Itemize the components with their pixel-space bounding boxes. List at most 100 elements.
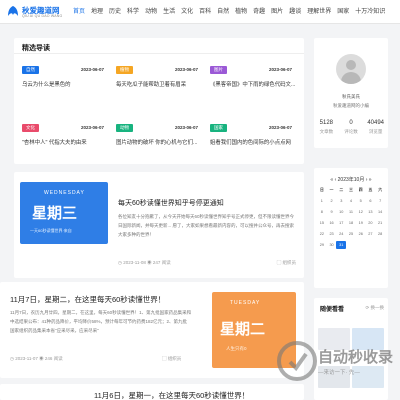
article-author[interactable]: ▢ 组织员 <box>162 356 181 362</box>
panel-title: 随便看看 <box>320 307 345 313</box>
category-tag[interactable]: 自然 <box>22 66 39 74</box>
calendar-day[interactable]: 7 <box>375 197 385 205</box>
post-date: 2023-06-07 <box>268 67 292 72</box>
article-card[interactable]: 11月7日，星期二，在这里每天60秒读懂世界！ 11月7日，农历九月廿四，星期二… <box>0 282 304 378</box>
calendar-day[interactable]: 23 <box>327 230 337 238</box>
view-count: 247 阅读 <box>152 260 171 265</box>
guide-card[interactable]: 动物 2023-06-07 图片动物的破坏 你的心机与它们... <box>116 124 202 154</box>
post-date: 2023-11-08 <box>123 260 146 265</box>
category-tag[interactable]: 植物 <box>116 66 133 74</box>
calendar-day[interactable]: 20 <box>366 219 376 227</box>
nav-item-science[interactable]: 科学 <box>124 0 142 24</box>
calendar-day[interactable]: 8 <box>317 208 327 216</box>
stat-articles: 5128 文章数 <box>314 120 339 135</box>
category-tag[interactable]: 图片 <box>210 66 227 74</box>
guide-title[interactable]: 图片动物的破坏 你的心机与它们... <box>116 138 202 146</box>
calendar-day[interactable]: 12 <box>356 208 366 216</box>
nav-item-trivia[interactable]: 十万冷知识 <box>352 0 388 24</box>
nav-item-life[interactable]: 生活 <box>160 0 178 24</box>
category-tag[interactable]: 国家 <box>210 124 227 132</box>
article-thumbnail[interactable]: WEDNESDAY 星期三 一天60秒读懂世界·来自 <box>20 182 108 244</box>
calendar-day[interactable]: 31 <box>336 241 347 249</box>
guide-title[interactable]: 姐看我们国内的色间际的小点点网 <box>210 138 296 146</box>
nav-item-culture[interactable]: 文化 <box>178 0 196 24</box>
article-author[interactable]: ▢ 组织员 <box>277 260 296 266</box>
calendar-day[interactable]: 28 <box>375 230 385 238</box>
article-excerpt: 11月7日，农历九月廿四，星期二，在这里，每天60秒读懂世界！1、第九批国家药品… <box>10 308 208 335</box>
calendar-day[interactable]: 14 <box>375 208 385 216</box>
nav-item-curious[interactable]: 奇趣 <box>250 0 268 24</box>
category-tag[interactable]: 文化 <box>22 124 39 132</box>
nav-item-countries[interactable]: 国家 <box>334 0 352 24</box>
calendar-day[interactable]: 9 <box>327 208 337 216</box>
calendar-day[interactable]: 2 <box>327 197 337 205</box>
article-card[interactable]: 11月6日，星期一，在这里每天60秒读懂世界！ <box>0 384 304 400</box>
calendar-title: 2023年10月 <box>337 177 365 183</box>
thumbnail-weekday-en: WEDNESDAY <box>44 190 85 196</box>
author-name[interactable]: 秋氏美氏 <box>314 94 388 100</box>
nav-item-geography[interactable]: 地理 <box>88 0 106 24</box>
nav-item-encyclopedia[interactable]: 百科 <box>196 0 214 24</box>
guide-title[interactable]: 每天吃瓜子能帮助卫着有眉呆 <box>116 80 202 88</box>
calendar-day[interactable]: 29 <box>317 241 327 249</box>
calendar-day[interactable]: 16 <box>327 219 337 227</box>
avatar[interactable] <box>336 54 366 84</box>
panel-title: 精选导读 <box>22 45 50 52</box>
calendar-day[interactable]: 26 <box>356 230 366 238</box>
nav-item-home[interactable]: 首页 <box>70 0 88 24</box>
nav-item-history[interactable]: 历史 <box>106 0 124 24</box>
guide-title[interactable]: 乌云为什么是黑色的 <box>22 80 108 88</box>
site-logo[interactable]: 秋爱趣道网 QIU AI QU DAO WANG <box>6 4 66 20</box>
calendar-day[interactable]: 17 <box>336 219 346 227</box>
guide-title[interactable]: 《黑客帝国》中下雨的绿色代码文... <box>210 80 296 88</box>
guide-card[interactable]: 文化 2023-06-07 "杏林中人" 代指大夫的由来 <box>22 124 108 154</box>
article-title[interactable]: 11月6日，星期一，在这里每天60秒读懂世界！ <box>94 390 249 400</box>
calendar-day[interactable]: 22 <box>317 230 327 238</box>
category-tag[interactable]: 动物 <box>116 124 133 132</box>
calendar-weekday: 二 <box>339 188 344 192</box>
article-title[interactable]: 每天60秒读懂世界知乎号停更通知 <box>118 198 224 208</box>
nav-item-nature[interactable]: 自然 <box>214 0 232 24</box>
calendar-day[interactable]: 13 <box>366 208 376 216</box>
calendar-day[interactable]: 10 <box>336 208 346 216</box>
guide-card[interactable]: 自然 2023-06-07 乌云为什么是黑色的 <box>22 66 108 96</box>
featured-guide-panel: 精选导读 自然 2023-06-07 乌云为什么是黑色的 植物 2023-06-… <box>14 38 304 164</box>
next-month-icon[interactable]: › <box>366 177 368 183</box>
calendar-weekday: 日 <box>319 188 324 192</box>
calendar-grid: 日一二三四五六 1 2 3 4 5 6 7 8 9 10 11 12 13 14 15 16 17 18 19 20 21… <box>317 186 385 249</box>
nav-item-plants[interactable]: 植物 <box>232 0 250 24</box>
guide-card[interactable]: 国家 2023-06-07 姐看我们国内的色间际的小点点网 <box>210 124 296 154</box>
calendar-day[interactable]: 27 <box>366 230 376 238</box>
nav-item-pictures[interactable]: 图片 <box>268 0 286 24</box>
article-card[interactable]: WEDNESDAY 星期三 一天60秒读懂世界·来自 每天60秒读懂世界知乎号停… <box>14 172 304 278</box>
thumbnail-weekday-en: TUESDAY <box>230 300 261 306</box>
calendar-day[interactable]: 24 <box>336 230 346 238</box>
calendar-day[interactable]: 3 <box>336 197 346 205</box>
calendar-day[interactable]: 21 <box>375 219 385 227</box>
calendar-day[interactable]: 1 <box>317 197 327 205</box>
prev-year-icon[interactable]: « <box>330 177 333 183</box>
guide-title[interactable]: "杏林中人" 代指大夫的由来 <box>22 138 108 146</box>
refresh-link[interactable]: ⟳ 换一换 <box>365 305 384 311</box>
excerpt-line: 中选结果公布：41种药品降价，平均降价58%，预计每年可节约药费182亿元；2、… <box>10 319 188 324</box>
article-meta: ◷ 2023-11-07 ◉ 246 阅读 <box>10 356 63 362</box>
prev-month-icon[interactable]: ‹ <box>335 177 337 183</box>
calendar-day[interactable]: 6 <box>366 197 376 205</box>
calendar-day[interactable]: 4 <box>346 197 356 205</box>
calendar-day[interactable]: 18 <box>346 219 356 227</box>
next-year-icon[interactable]: » <box>369 177 372 183</box>
article-title[interactable]: 11月7日，星期二，在这里每天60秒读懂世界！ <box>10 294 165 305</box>
calendar-day[interactable]: 19 <box>356 219 366 227</box>
avatar-head <box>346 60 356 70</box>
calendar-day[interactable]: 11 <box>346 208 356 216</box>
nav-item-understand-world[interactable]: 理解世界 <box>304 0 334 24</box>
guide-card[interactable]: 植物 2023-06-07 每天吃瓜子能帮助卫着有眉呆 <box>116 66 202 96</box>
calendar-day[interactable]: 15 <box>317 219 327 227</box>
nav-item-talks[interactable]: 趣谈 <box>286 0 304 24</box>
calendar-day[interactable]: 25 <box>346 230 356 238</box>
calendar-day[interactable]: 30 <box>327 241 337 249</box>
guide-card[interactable]: 图片 2023-06-07 《黑客帝国》中下雨的绿色代码文... <box>210 66 296 96</box>
divider <box>14 53 304 54</box>
calendar-day[interactable]: 5 <box>356 197 366 205</box>
nav-item-animals[interactable]: 动物 <box>142 0 160 24</box>
